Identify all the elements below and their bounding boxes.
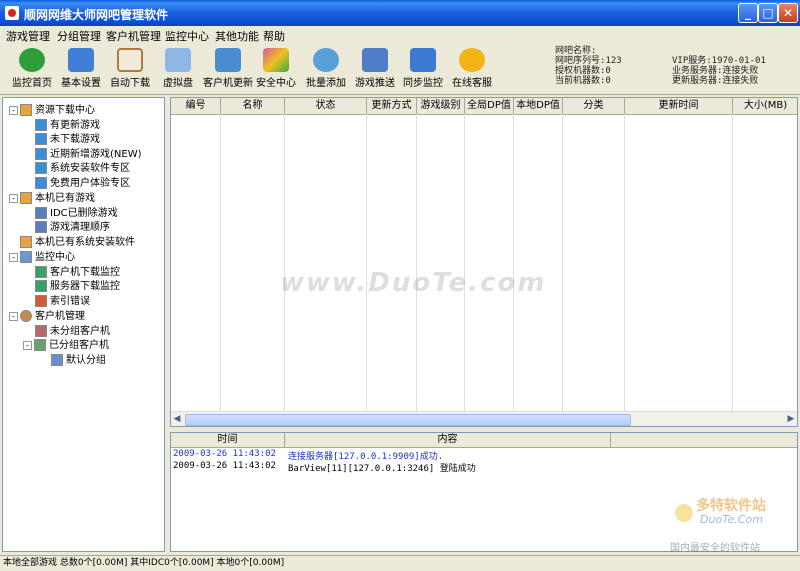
menu-client-management[interactable]: 客户机管理 (106, 28, 161, 44)
log-header: 时间 内容 (171, 433, 797, 448)
folder-icon (20, 236, 32, 248)
disk-icon (165, 48, 191, 72)
log-column-content[interactable]: 内容 (285, 433, 611, 447)
auto-download-button[interactable]: 自动下载 (104, 46, 156, 92)
virtual-disk-button[interactable]: 虚拟盘 (152, 46, 204, 92)
scroll-thumb[interactable] (185, 414, 631, 426)
menu-monitor-center[interactable]: 监控中心 (165, 28, 209, 44)
tree-item-free-trial[interactable]: 免费用户体验专区 (35, 174, 130, 189)
close-button[interactable]: ✕ (778, 3, 798, 23)
collapse-icon[interactable]: - (9, 193, 18, 203)
app-icon (5, 6, 19, 20)
free-icon (35, 177, 47, 189)
column-category[interactable]: 分类 (563, 98, 625, 114)
game-list-table[interactable]: 编号 名称 状态 更新方式 游戏级别 全局DP值 本地DP值 分类 更新时间 大… (170, 97, 798, 427)
document-icon (362, 48, 388, 72)
tree-item-index-error[interactable]: 索引错误 (35, 292, 90, 307)
tree-node-local-software[interactable]: 本机已有系统安装软件 (9, 233, 135, 248)
minimize-button[interactable]: _ (738, 3, 758, 23)
sync-gear-icon (410, 48, 436, 72)
maximize-button[interactable]: □ (758, 3, 778, 23)
gear-icon (68, 48, 94, 72)
grouped-icon (34, 339, 46, 351)
tree-node-local-games[interactable]: - 本机已有游戏 (9, 189, 95, 204)
folder-icon (20, 192, 32, 204)
tree-item-updated-games[interactable]: 有更新游戏 (35, 116, 100, 131)
puzzle-icon (263, 48, 289, 72)
basic-settings-button[interactable]: 基本设置 (55, 46, 107, 92)
game-push-button[interactable]: 游戏推送 (349, 46, 401, 92)
tree-item-default-group[interactable]: 默认分组 (51, 351, 106, 366)
tree-node-download-center[interactable]: - 资源下载中心 (9, 101, 95, 116)
client-update-button[interactable]: 客户机更新 (202, 46, 254, 92)
collapse-icon[interactable]: - (9, 311, 18, 321)
tree-item-cleanup-order[interactable]: 游戏清理顺序 (35, 218, 110, 233)
software-icon (35, 162, 47, 174)
column-global-dp[interactable]: 全局DP值 (465, 98, 514, 114)
column-status[interactable]: 状态 (285, 98, 367, 114)
online-service-button[interactable]: 在线客服 (446, 46, 498, 92)
menu-bar: 游戏管理 分组管理 客户机管理 监控中心 其他功能 帮助 (0, 26, 800, 44)
tree-item-server-download-monitor[interactable]: 服务器下载监控 (35, 277, 120, 292)
server-monitor-icon (35, 280, 47, 292)
computer-icon (215, 48, 241, 72)
smiley-icon (459, 48, 485, 72)
horizontal-scrollbar[interactable]: ◀ ▶ (171, 411, 797, 426)
magnifier-icon (313, 48, 339, 72)
table-header: 编号 名称 状态 更新方式 游戏级别 全局DP值 本地DP值 分类 更新时间 大… (171, 98, 797, 115)
tree-node-client-management[interactable]: - 客户机管理 (9, 307, 85, 322)
tree-item-client-download-monitor[interactable]: 客户机下载监控 (35, 263, 120, 278)
menu-game-management[interactable]: 游戏管理 (6, 28, 50, 44)
tree-item-not-downloaded[interactable]: 未下载游戏 (35, 130, 100, 145)
column-update-mode[interactable]: 更新方式 (367, 98, 417, 114)
watermark: www.DuoTe.com (280, 268, 547, 298)
folder-icon (20, 104, 32, 116)
title-bar: 顺网网维大师网吧管理软件 _ □ ✕ (0, 0, 800, 26)
group-icon (51, 354, 63, 366)
tree-item-new-games[interactable]: 近期新增游戏(NEW) (35, 145, 142, 160)
tree-item-idc-deleted[interactable]: IDC已删除游戏 (35, 204, 118, 219)
column-local-dp[interactable]: 本地DP值 (514, 98, 563, 114)
collapse-icon[interactable]: - (9, 105, 18, 115)
log-column-time[interactable]: 时间 (171, 433, 285, 447)
collapse-icon[interactable]: - (9, 252, 18, 262)
cafe-info: 网吧名称: 网吧序列号:123 授权机器数:0 当前机器数:0 (555, 46, 622, 86)
order-icon (35, 221, 47, 233)
column-id[interactable]: 编号 (171, 98, 221, 114)
collapse-icon[interactable]: - (23, 340, 32, 350)
sync-monitor-button[interactable]: 同步监控 (397, 46, 449, 92)
column-game-level[interactable]: 游戏级别 (417, 98, 465, 114)
monitor-home-button[interactable]: 监控首页 (6, 46, 58, 92)
download-icon (35, 133, 47, 145)
menu-help[interactable]: 帮助 (263, 28, 285, 44)
scroll-left-icon[interactable]: ◀ (171, 412, 183, 426)
navigation-tree: - 资源下载中心 有更新游戏 未下载游戏 近期新增游戏(NEW) 系统安装软件专区… (2, 97, 165, 552)
batch-add-button[interactable]: 批量添加 (300, 46, 352, 92)
monitor-icon (20, 251, 32, 263)
column-name[interactable]: 名称 (221, 98, 285, 114)
server-info: VIP服务:1970-01-01 业务服务器:连接失败 更新服务器:连接失败 (672, 56, 766, 86)
tree-node-monitor-center[interactable]: - 监控中心 (9, 248, 75, 263)
column-size[interactable]: 大小(MB) (733, 98, 797, 114)
clock-icon (117, 48, 143, 72)
tree-item-ungrouped-clients[interactable]: 未分组客户机 (35, 322, 110, 337)
security-center-button[interactable]: 安全中心 (250, 46, 302, 92)
menu-group-management[interactable]: 分组管理 (57, 28, 101, 44)
error-icon (35, 295, 47, 307)
status-bar: 本地全部游戏 总数0个[0.00M] 其中IDC0个[0.00M] 本地0个[0… (0, 555, 800, 571)
menu-other-functions[interactable]: 其他功能 (215, 28, 259, 44)
scroll-right-icon[interactable]: ▶ (785, 412, 797, 426)
window-title: 顺网网维大师网吧管理软件 (24, 8, 169, 22)
tree-node-grouped-clients[interactable]: - 已分组客户机 (23, 336, 109, 351)
column-update-time[interactable]: 更新时间 (625, 98, 733, 114)
toolbar: 监控首页 基本设置 自动下载 虚拟盘 客户机更新 安全中心 批量添加 游戏推送 … (0, 44, 800, 95)
tree-item-system-software[interactable]: 系统安装软件专区 (35, 159, 130, 174)
users-icon (20, 310, 32, 322)
monitor-home-icon (19, 48, 45, 72)
corner-watermark-logo: 多特软件站 DuoTe.Com 国内最安全的软件站 (670, 498, 766, 554)
